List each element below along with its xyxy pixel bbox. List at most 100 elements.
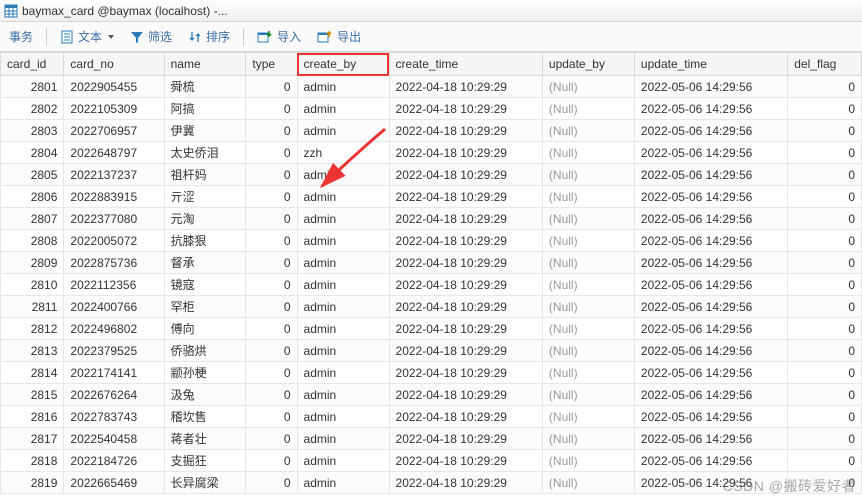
table-row[interactable]: 28142022174141颛孙梗0admin2022-04-18 10:29:… bbox=[1, 362, 862, 384]
cell-card_no[interactable]: 2022676264 bbox=[64, 384, 164, 406]
cell-card_id[interactable]: 2811 bbox=[1, 296, 64, 318]
cell-create_by[interactable]: admin bbox=[297, 318, 389, 340]
cell-card_no[interactable]: 2022005072 bbox=[64, 230, 164, 252]
cell-create_time[interactable]: 2022-04-18 10:29:29 bbox=[389, 384, 542, 406]
cell-name[interactable]: 侨骆烘 bbox=[164, 340, 246, 362]
cell-update_time[interactable]: 2022-05-06 14:29:56 bbox=[634, 230, 787, 252]
table-row[interactable]: 28032022706957伊冀0admin2022-04-18 10:29:2… bbox=[1, 120, 862, 142]
cell-name[interactable]: 督承 bbox=[164, 252, 246, 274]
text-button[interactable]: 文本 bbox=[53, 25, 121, 48]
cell-card_no[interactable]: 2022174141 bbox=[64, 362, 164, 384]
cell-update_by[interactable]: (Null) bbox=[542, 428, 634, 450]
column-header-card_no[interactable]: card_no bbox=[64, 53, 164, 76]
column-header-update_time[interactable]: update_time bbox=[634, 53, 787, 76]
cell-update_time[interactable]: 2022-05-06 14:29:56 bbox=[634, 296, 787, 318]
cell-create_by[interactable]: admin bbox=[297, 252, 389, 274]
cell-type[interactable]: 0 bbox=[246, 164, 297, 186]
cell-card_no[interactable]: 2022137237 bbox=[64, 164, 164, 186]
cell-card_no[interactable]: 2022905455 bbox=[64, 76, 164, 98]
cell-type[interactable]: 0 bbox=[246, 340, 297, 362]
cell-create_by[interactable]: admin bbox=[297, 274, 389, 296]
cell-name[interactable]: 颛孙梗 bbox=[164, 362, 246, 384]
cell-update_by[interactable]: (Null) bbox=[542, 230, 634, 252]
cell-update_by[interactable]: (Null) bbox=[542, 76, 634, 98]
cell-update_by[interactable]: (Null) bbox=[542, 120, 634, 142]
cell-update_time[interactable]: 2022-05-06 14:29:56 bbox=[634, 450, 787, 472]
cell-del_flag[interactable]: 0 bbox=[788, 274, 862, 296]
table-row[interactable]: 28092022875736督承0admin2022-04-18 10:29:2… bbox=[1, 252, 862, 274]
cell-card_id[interactable]: 2810 bbox=[1, 274, 64, 296]
cell-name[interactable]: 支掘狂 bbox=[164, 450, 246, 472]
cell-update_time[interactable]: 2022-05-06 14:29:56 bbox=[634, 318, 787, 340]
cell-type[interactable]: 0 bbox=[246, 230, 297, 252]
cell-create_time[interactable]: 2022-04-18 10:29:29 bbox=[389, 406, 542, 428]
column-header-create_by[interactable]: create_by bbox=[297, 53, 389, 76]
cell-card_no[interactable]: 2022875736 bbox=[64, 252, 164, 274]
export-button[interactable]: 导出 bbox=[310, 25, 368, 48]
cell-name[interactable]: 罕柜 bbox=[164, 296, 246, 318]
table-row[interactable]: 28022022105309阿搞0admin2022-04-18 10:29:2… bbox=[1, 98, 862, 120]
cell-update_by[interactable]: (Null) bbox=[542, 362, 634, 384]
table-row[interactable]: 28192022665469长异腐梁0admin2022-04-18 10:29… bbox=[1, 472, 862, 494]
cell-card_no[interactable]: 2022783743 bbox=[64, 406, 164, 428]
cell-create_by[interactable]: admin bbox=[297, 406, 389, 428]
cell-update_time[interactable]: 2022-05-06 14:29:56 bbox=[634, 142, 787, 164]
cell-del_flag[interactable]: 0 bbox=[788, 450, 862, 472]
cell-create_by[interactable]: admin bbox=[297, 120, 389, 142]
cell-type[interactable]: 0 bbox=[246, 76, 297, 98]
cell-card_no[interactable]: 2022184726 bbox=[64, 450, 164, 472]
cell-create_time[interactable]: 2022-04-18 10:29:29 bbox=[389, 340, 542, 362]
cell-update_time[interactable]: 2022-05-06 14:29:56 bbox=[634, 208, 787, 230]
cell-update_time[interactable]: 2022-05-06 14:29:56 bbox=[634, 98, 787, 120]
cell-update_time[interactable]: 2022-05-06 14:29:56 bbox=[634, 428, 787, 450]
cell-name[interactable]: 抗膝狠 bbox=[164, 230, 246, 252]
table-row[interactable]: 28102022112356镜寇0admin2022-04-18 10:29:2… bbox=[1, 274, 862, 296]
cell-create_by[interactable]: admin bbox=[297, 186, 389, 208]
cell-create_by[interactable]: admin bbox=[297, 340, 389, 362]
cell-card_id[interactable]: 2809 bbox=[1, 252, 64, 274]
table-row[interactable]: 28182022184726支掘狂0admin2022-04-18 10:29:… bbox=[1, 450, 862, 472]
cell-create_time[interactable]: 2022-04-18 10:29:29 bbox=[389, 120, 542, 142]
column-header-name[interactable]: name bbox=[164, 53, 246, 76]
cell-card_id[interactable]: 2816 bbox=[1, 406, 64, 428]
cell-create_by[interactable]: admin bbox=[297, 230, 389, 252]
cell-card_id[interactable]: 2818 bbox=[1, 450, 64, 472]
cell-card_id[interactable]: 2804 bbox=[1, 142, 64, 164]
cell-update_time[interactable]: 2022-05-06 14:29:56 bbox=[634, 274, 787, 296]
cell-card_id[interactable]: 2813 bbox=[1, 340, 64, 362]
cell-update_by[interactable]: (Null) bbox=[542, 186, 634, 208]
cell-update_by[interactable]: (Null) bbox=[542, 142, 634, 164]
cell-name[interactable]: 亓涩 bbox=[164, 186, 246, 208]
cell-card_id[interactable]: 2817 bbox=[1, 428, 64, 450]
column-header-del_flag[interactable]: del_flag bbox=[788, 53, 862, 76]
cell-del_flag[interactable]: 0 bbox=[788, 318, 862, 340]
cell-update_by[interactable]: (Null) bbox=[542, 450, 634, 472]
filter-button[interactable]: 筛选 bbox=[123, 25, 179, 48]
cell-create_time[interactable]: 2022-04-18 10:29:29 bbox=[389, 208, 542, 230]
cell-del_flag[interactable]: 0 bbox=[788, 208, 862, 230]
cell-card_id[interactable]: 2806 bbox=[1, 186, 64, 208]
cell-name[interactable]: 太史侨泪 bbox=[164, 142, 246, 164]
cell-name[interactable]: 傅向 bbox=[164, 318, 246, 340]
cell-create_by[interactable]: zzh bbox=[297, 142, 389, 164]
cell-create_time[interactable]: 2022-04-18 10:29:29 bbox=[389, 186, 542, 208]
table-row[interactable]: 28122022496802傅向0admin2022-04-18 10:29:2… bbox=[1, 318, 862, 340]
cell-name[interactable]: 阿搞 bbox=[164, 98, 246, 120]
cell-card_no[interactable]: 2022648797 bbox=[64, 142, 164, 164]
cell-card_id[interactable]: 2819 bbox=[1, 472, 64, 494]
cell-update_by[interactable]: (Null) bbox=[542, 164, 634, 186]
cell-create_time[interactable]: 2022-04-18 10:29:29 bbox=[389, 450, 542, 472]
cell-type[interactable]: 0 bbox=[246, 318, 297, 340]
cell-update_by[interactable]: (Null) bbox=[542, 340, 634, 362]
cell-del_flag[interactable]: 0 bbox=[788, 76, 862, 98]
cell-del_flag[interactable]: 0 bbox=[788, 362, 862, 384]
cell-card_id[interactable]: 2812 bbox=[1, 318, 64, 340]
cell-create_by[interactable]: admin bbox=[297, 164, 389, 186]
cell-del_flag[interactable]: 0 bbox=[788, 120, 862, 142]
cell-create_time[interactable]: 2022-04-18 10:29:29 bbox=[389, 164, 542, 186]
cell-del_flag[interactable]: 0 bbox=[788, 472, 862, 494]
cell-type[interactable]: 0 bbox=[246, 252, 297, 274]
cell-del_flag[interactable]: 0 bbox=[788, 406, 862, 428]
cell-card_no[interactable]: 2022112356 bbox=[64, 274, 164, 296]
transaction-button[interactable]: 事务 bbox=[2, 25, 40, 48]
